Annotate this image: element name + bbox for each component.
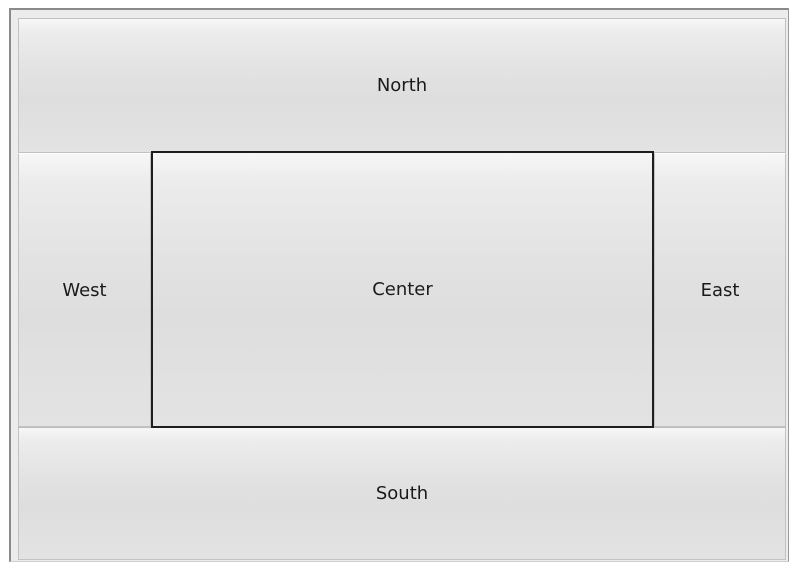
north-label: North xyxy=(376,75,428,96)
west-label: West xyxy=(62,279,107,301)
east-label: East xyxy=(700,279,740,301)
north-button[interactable]: North xyxy=(18,18,786,153)
center-label: Center xyxy=(372,279,433,300)
east-button[interactable]: East xyxy=(654,153,786,427)
south-label: South xyxy=(375,483,429,504)
center-button[interactable]: Center xyxy=(151,151,654,428)
south-button[interactable]: South xyxy=(18,427,786,560)
west-button[interactable]: West xyxy=(18,153,151,427)
